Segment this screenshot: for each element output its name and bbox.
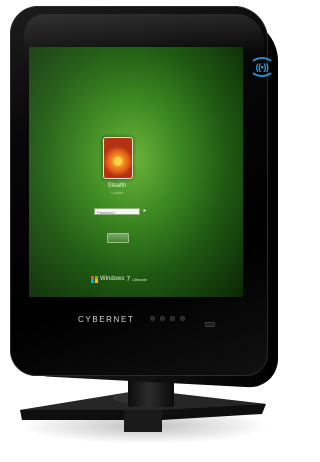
power-indicator [205, 322, 215, 327]
monitor-screen: Stealth Locked Password ▸ Windows 7 Ulti… [29, 47, 243, 297]
windows-flag-icon [91, 275, 98, 283]
os-version: 7 [126, 275, 131, 283]
windows-branding: Windows 7 Ultimate [91, 274, 147, 284]
password-input[interactable]: Password [94, 208, 140, 215]
bezel-button-3[interactable] [170, 316, 175, 321]
user-avatar-flower-icon[interactable] [103, 137, 133, 179]
switch-user-button[interactable] [107, 233, 129, 243]
os-name: Windows [100, 276, 125, 282]
user-name: Stealth [107, 183, 127, 189]
photo-scene: ((•)) Stealth Locked Password ▸ Windows … [0, 0, 284, 462]
rfid-label: ((•)) [255, 62, 269, 72]
os-edition: Ultimate [132, 276, 147, 282]
arrow-right-icon[interactable]: ▸ [142, 208, 148, 215]
bezel-button-2[interactable] [160, 316, 165, 321]
bezel-button-1[interactable] [150, 316, 155, 321]
cybernet-logo: CYBERNET [78, 315, 135, 324]
user-status: Locked [111, 191, 123, 195]
bezel-button-4[interactable] [180, 316, 185, 321]
rfid-contactless-icon: ((•)) [249, 57, 275, 77]
